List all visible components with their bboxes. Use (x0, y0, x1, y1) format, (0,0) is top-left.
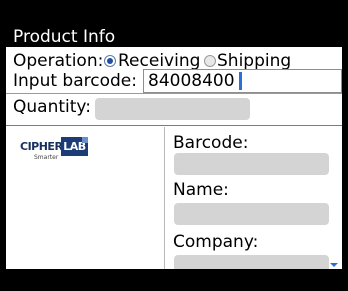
quantity-input[interactable] (95, 98, 250, 120)
detail-name-label: Name: (173, 180, 229, 200)
cipherlab-logo: CIPHER LAB Smarter (20, 137, 92, 163)
divider-1 (6, 93, 342, 94)
shipping-radio-label[interactable]: Shipping (217, 51, 291, 71)
operation-label: Operation: (13, 51, 104, 71)
barcode-input-label: Input barcode: (13, 71, 137, 91)
title-bar: Product Info (6, 0, 342, 47)
text-cursor (239, 72, 242, 90)
detail-barcode-field[interactable] (174, 153, 329, 175)
vertical-divider (164, 127, 165, 269)
logo-cipher-text: CIPHER (20, 140, 63, 153)
form-content: Operation: Receiving Shipping Input barc… (6, 47, 342, 271)
shipping-radio[interactable] (204, 55, 216, 67)
receiving-radio[interactable] (104, 55, 116, 67)
receiving-radio-label[interactable]: Receiving (118, 51, 200, 71)
detail-name-field[interactable] (174, 203, 329, 225)
logo-corner-mark (82, 137, 88, 143)
device-screen: Product Info Operation: Receiving Shippi… (6, 0, 342, 291)
scroll-down-icon[interactable] (330, 263, 338, 267)
quantity-label: Quantity: (13, 97, 91, 117)
bottom-bar (6, 269, 342, 291)
divider-2 (6, 125, 342, 126)
barcode-input-value: 84008400 (148, 71, 235, 91)
logo-tagline: Smarter (34, 154, 59, 161)
barcode-input-field[interactable]: 84008400 (143, 69, 342, 93)
detail-barcode-label: Barcode: (173, 133, 249, 153)
detail-company-label: Company: (173, 232, 259, 252)
page-title: Product Info (13, 27, 116, 47)
